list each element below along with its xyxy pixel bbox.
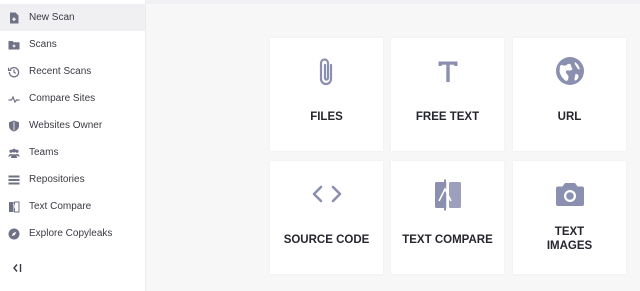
scan-option-label: TEXT IMAGES xyxy=(546,226,593,252)
new-scan-icon xyxy=(8,12,20,24)
sidebar: New Scan Scans Recent Scans Compare Site… xyxy=(0,0,146,291)
scan-option-label: URL xyxy=(557,111,582,123)
text-icon xyxy=(391,60,504,84)
compass-icon xyxy=(8,228,20,240)
sidebar-item-text-compare[interactable]: Text Compare xyxy=(0,193,145,220)
sidebar-item-label: Text Compare xyxy=(29,201,92,212)
sidebar-item-label: New Scan xyxy=(29,12,75,23)
scan-option-text-compare[interactable]: TEXT COMPARE xyxy=(391,161,504,274)
sidebar-item-new-scan[interactable]: New Scan xyxy=(0,4,145,31)
sidebar-item-scans[interactable]: Scans xyxy=(0,31,145,58)
sidebar-item-websites-owner[interactable]: Websites Owner xyxy=(0,112,145,139)
shield-icon xyxy=(8,120,20,132)
team-icon xyxy=(8,147,20,159)
sidebar-item-label: Recent Scans xyxy=(29,66,92,77)
sidebar-item-compare-sites[interactable]: Compare Sites xyxy=(0,85,145,112)
sidebar-item-recent-scans[interactable]: Recent Scans xyxy=(0,58,145,85)
compare-sites-icon xyxy=(8,93,20,105)
sidebar-item-teams[interactable]: Teams xyxy=(0,139,145,166)
scan-option-url[interactable]: URL xyxy=(513,38,626,151)
scan-option-label: SOURCE CODE xyxy=(283,234,370,246)
sidebar-item-repositories[interactable]: Repositories xyxy=(0,166,145,193)
globe-icon xyxy=(513,56,626,86)
compare-icon xyxy=(8,201,20,213)
sidebar-item-label: Teams xyxy=(29,147,59,158)
paperclip-icon xyxy=(270,56,383,88)
scan-option-label: TEXT COMPARE xyxy=(402,234,493,246)
sidebar-item-label: Compare Sites xyxy=(29,93,96,104)
sidebar-item-label: Explore Copyleaks xyxy=(29,228,113,239)
sidebar-item-label: Scans xyxy=(29,39,57,50)
scan-option-free-text[interactable]: FREE TEXT xyxy=(391,38,504,151)
code-icon xyxy=(270,185,383,203)
sidebar-item-label: Websites Owner xyxy=(29,120,103,131)
collapse-sidebar-icon[interactable] xyxy=(10,261,26,275)
camera-icon xyxy=(513,181,626,207)
scan-option-source-code[interactable]: SOURCE CODE xyxy=(270,161,383,274)
scan-option-files[interactable]: FILES xyxy=(270,38,383,151)
sidebar-item-label: Repositories xyxy=(29,174,85,185)
compare-icon xyxy=(391,179,504,211)
sidebar-item-explore-copyleaks[interactable]: Explore Copyleaks xyxy=(0,220,145,247)
scan-option-text-images[interactable]: TEXT IMAGES xyxy=(513,161,626,274)
list-icon xyxy=(8,174,20,186)
folder-icon xyxy=(8,39,20,51)
scan-option-label: FILES xyxy=(310,111,343,123)
history-icon xyxy=(8,66,20,78)
scan-option-label: FREE TEXT xyxy=(415,111,480,123)
